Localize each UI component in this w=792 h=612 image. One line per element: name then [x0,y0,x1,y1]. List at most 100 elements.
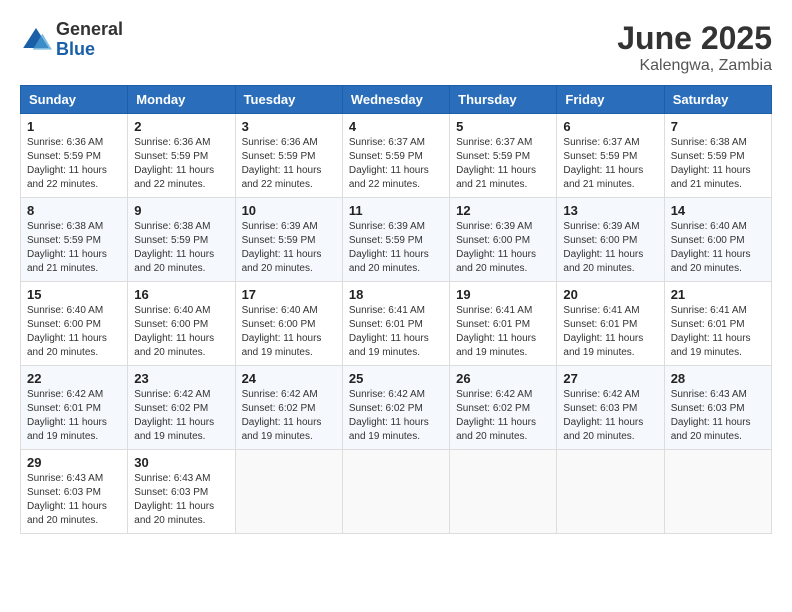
calendar-cell: 27 Sunrise: 6:42 AMSunset: 6:03 PMDaylig… [557,366,664,450]
weekday-header: Friday [557,86,664,114]
calendar-cell [450,450,557,534]
day-number: 27 [563,371,657,386]
day-number: 22 [27,371,121,386]
day-number: 20 [563,287,657,302]
calendar-week-row: 1 Sunrise: 6:36 AMSunset: 5:59 PMDayligh… [21,114,772,198]
calendar-cell: 12 Sunrise: 6:39 AMSunset: 6:00 PMDaylig… [450,198,557,282]
day-number: 30 [134,455,228,470]
day-number: 23 [134,371,228,386]
day-info: Sunrise: 6:38 AMSunset: 5:59 PMDaylight:… [27,220,121,276]
day-number: 28 [671,371,765,386]
day-info: Sunrise: 6:41 AMSunset: 6:01 PMDaylight:… [456,304,550,360]
calendar-cell [557,450,664,534]
calendar-cell: 6 Sunrise: 6:37 AMSunset: 5:59 PMDayligh… [557,114,664,198]
day-number: 13 [563,203,657,218]
day-number: 21 [671,287,765,302]
day-number: 10 [242,203,336,218]
day-number: 18 [349,287,443,302]
day-info: Sunrise: 6:42 AMSunset: 6:01 PMDaylight:… [27,388,121,444]
title-block: June 2025 Kalengwa, Zambia [617,20,772,75]
calendar-cell: 11 Sunrise: 6:39 AMSunset: 5:59 PMDaylig… [342,198,449,282]
calendar-cell: 17 Sunrise: 6:40 AMSunset: 6:00 PMDaylig… [235,282,342,366]
logo-text: General Blue [56,20,123,60]
calendar-cell [664,450,771,534]
calendar-cell: 28 Sunrise: 6:43 AMSunset: 6:03 PMDaylig… [664,366,771,450]
weekday-header: Tuesday [235,86,342,114]
calendar-cell: 30 Sunrise: 6:43 AMSunset: 6:03 PMDaylig… [128,450,235,534]
calendar-week-row: 29 Sunrise: 6:43 AMSunset: 6:03 PMDaylig… [21,450,772,534]
weekday-header: Thursday [450,86,557,114]
day-info: Sunrise: 6:36 AMSunset: 5:59 PMDaylight:… [134,136,228,192]
calendar-cell [342,450,449,534]
weekday-header: Wednesday [342,86,449,114]
calendar-cell: 25 Sunrise: 6:42 AMSunset: 6:02 PMDaylig… [342,366,449,450]
calendar-week-row: 15 Sunrise: 6:40 AMSunset: 6:00 PMDaylig… [21,282,772,366]
weekday-header: Sunday [21,86,128,114]
calendar-cell: 16 Sunrise: 6:40 AMSunset: 6:00 PMDaylig… [128,282,235,366]
calendar-week-row: 8 Sunrise: 6:38 AMSunset: 5:59 PMDayligh… [21,198,772,282]
calendar-cell: 7 Sunrise: 6:38 AMSunset: 5:59 PMDayligh… [664,114,771,198]
day-number: 29 [27,455,121,470]
page-header: General Blue June 2025 Kalengwa, Zambia [20,20,772,75]
day-number: 1 [27,119,121,134]
calendar-table: SundayMondayTuesdayWednesdayThursdayFrid… [20,85,772,534]
day-info: Sunrise: 6:43 AMSunset: 6:03 PMDaylight:… [27,472,121,528]
calendar-cell: 19 Sunrise: 6:41 AMSunset: 6:01 PMDaylig… [450,282,557,366]
calendar-cell: 29 Sunrise: 6:43 AMSunset: 6:03 PMDaylig… [21,450,128,534]
day-info: Sunrise: 6:36 AMSunset: 5:59 PMDaylight:… [242,136,336,192]
day-info: Sunrise: 6:40 AMSunset: 6:00 PMDaylight:… [134,304,228,360]
day-info: Sunrise: 6:42 AMSunset: 6:02 PMDaylight:… [349,388,443,444]
day-number: 2 [134,119,228,134]
day-number: 7 [671,119,765,134]
day-info: Sunrise: 6:39 AMSunset: 5:59 PMDaylight:… [242,220,336,276]
day-info: Sunrise: 6:43 AMSunset: 6:03 PMDaylight:… [134,472,228,528]
day-number: 11 [349,203,443,218]
day-number: 19 [456,287,550,302]
day-info: Sunrise: 6:39 AMSunset: 6:00 PMDaylight:… [456,220,550,276]
day-info: Sunrise: 6:38 AMSunset: 5:59 PMDaylight:… [671,136,765,192]
day-number: 16 [134,287,228,302]
calendar-cell: 3 Sunrise: 6:36 AMSunset: 5:59 PMDayligh… [235,114,342,198]
day-number: 9 [134,203,228,218]
calendar-cell: 2 Sunrise: 6:36 AMSunset: 5:59 PMDayligh… [128,114,235,198]
day-number: 26 [456,371,550,386]
day-info: Sunrise: 6:39 AMSunset: 6:00 PMDaylight:… [563,220,657,276]
day-info: Sunrise: 6:37 AMSunset: 5:59 PMDaylight:… [456,136,550,192]
day-info: Sunrise: 6:39 AMSunset: 5:59 PMDaylight:… [349,220,443,276]
calendar-cell: 15 Sunrise: 6:40 AMSunset: 6:00 PMDaylig… [21,282,128,366]
day-info: Sunrise: 6:40 AMSunset: 6:00 PMDaylight:… [27,304,121,360]
weekday-header-row: SundayMondayTuesdayWednesdayThursdayFrid… [21,86,772,114]
day-info: Sunrise: 6:42 AMSunset: 6:02 PMDaylight:… [242,388,336,444]
day-info: Sunrise: 6:38 AMSunset: 5:59 PMDaylight:… [134,220,228,276]
day-info: Sunrise: 6:36 AMSunset: 5:59 PMDaylight:… [27,136,121,192]
calendar-cell: 1 Sunrise: 6:36 AMSunset: 5:59 PMDayligh… [21,114,128,198]
calendar-cell [235,450,342,534]
day-info: Sunrise: 6:42 AMSunset: 6:02 PMDaylight:… [134,388,228,444]
day-number: 15 [27,287,121,302]
day-number: 24 [242,371,336,386]
calendar-cell: 9 Sunrise: 6:38 AMSunset: 5:59 PMDayligh… [128,198,235,282]
calendar-cell: 18 Sunrise: 6:41 AMSunset: 6:01 PMDaylig… [342,282,449,366]
day-info: Sunrise: 6:42 AMSunset: 6:02 PMDaylight:… [456,388,550,444]
day-number: 4 [349,119,443,134]
day-info: Sunrise: 6:41 AMSunset: 6:01 PMDaylight:… [563,304,657,360]
calendar-cell: 26 Sunrise: 6:42 AMSunset: 6:02 PMDaylig… [450,366,557,450]
day-number: 8 [27,203,121,218]
calendar-cell: 24 Sunrise: 6:42 AMSunset: 6:02 PMDaylig… [235,366,342,450]
day-number: 3 [242,119,336,134]
day-number: 25 [349,371,443,386]
day-info: Sunrise: 6:43 AMSunset: 6:03 PMDaylight:… [671,388,765,444]
day-number: 12 [456,203,550,218]
calendar-cell: 20 Sunrise: 6:41 AMSunset: 6:01 PMDaylig… [557,282,664,366]
calendar-cell: 14 Sunrise: 6:40 AMSunset: 6:00 PMDaylig… [664,198,771,282]
logo-general-text: General [56,20,123,40]
logo: General Blue [20,20,123,60]
day-number: 17 [242,287,336,302]
calendar-week-row: 22 Sunrise: 6:42 AMSunset: 6:01 PMDaylig… [21,366,772,450]
day-info: Sunrise: 6:37 AMSunset: 5:59 PMDaylight:… [563,136,657,192]
day-info: Sunrise: 6:40 AMSunset: 6:00 PMDaylight:… [671,220,765,276]
weekday-header: Saturday [664,86,771,114]
weekday-header: Monday [128,86,235,114]
calendar-cell: 21 Sunrise: 6:41 AMSunset: 6:01 PMDaylig… [664,282,771,366]
day-info: Sunrise: 6:41 AMSunset: 6:01 PMDaylight:… [349,304,443,360]
